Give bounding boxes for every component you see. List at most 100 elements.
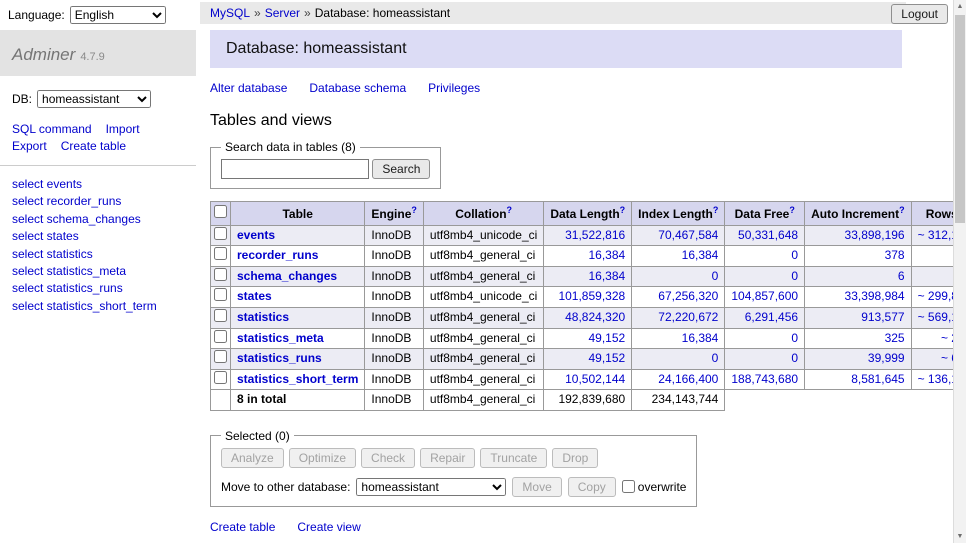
sidebar-action-link[interactable]: SQL command bbox=[12, 122, 92, 136]
bulk-action-button[interactable]: Check bbox=[361, 448, 415, 468]
select-all-checkbox[interactable] bbox=[214, 205, 227, 218]
auto-increment-link[interactable]: 39,999 bbox=[868, 351, 905, 365]
data-free-link[interactable]: 50,331,648 bbox=[738, 228, 798, 242]
data-free-link[interactable]: 0 bbox=[791, 248, 798, 262]
search-button[interactable]: Search bbox=[372, 159, 430, 179]
search-input[interactable] bbox=[221, 159, 369, 179]
language-select[interactable]: English bbox=[70, 6, 166, 24]
row-select-checkbox[interactable] bbox=[214, 371, 227, 384]
data-length-link[interactable]: 31,522,816 bbox=[565, 228, 625, 242]
sidebar-table-link[interactable]: select recorder_runs bbox=[12, 193, 184, 210]
index-length-link[interactable]: 0 bbox=[712, 269, 719, 283]
table-name-link[interactable]: events bbox=[237, 228, 275, 242]
row-select-checkbox[interactable] bbox=[214, 350, 227, 363]
column-help-link[interactable]: ? bbox=[899, 205, 905, 215]
copy-button[interactable]: Copy bbox=[568, 477, 616, 497]
row-select-checkbox[interactable] bbox=[214, 247, 227, 260]
column-help-link[interactable]: ? bbox=[507, 205, 513, 215]
data-length-link[interactable]: 48,824,320 bbox=[565, 310, 625, 324]
data-free-link[interactable]: 0 bbox=[791, 331, 798, 345]
data-free-link[interactable]: 0 bbox=[791, 269, 798, 283]
db-nav-link[interactable]: Alter database bbox=[210, 81, 287, 95]
row-select-checkbox[interactable] bbox=[214, 288, 227, 301]
column-help-link[interactable]: ? bbox=[789, 205, 795, 215]
sidebar-table-link[interactable]: select statistics_runs bbox=[12, 280, 184, 297]
data-free-link[interactable]: 0 bbox=[791, 351, 798, 365]
data-length-link[interactable]: 16,384 bbox=[588, 248, 625, 262]
auto-increment-link[interactable]: 325 bbox=[885, 331, 905, 345]
table-name-link[interactable]: statistics_meta bbox=[237, 331, 324, 345]
row-select-checkbox[interactable] bbox=[214, 330, 227, 343]
data-free-link[interactable]: 188,743,680 bbox=[731, 372, 798, 386]
sidebar-table-link[interactable]: select schema_changes bbox=[12, 211, 184, 228]
vertical-scrollbar[interactable]: ▲ ▼ bbox=[953, 0, 966, 543]
index-length-link[interactable]: 24,166,400 bbox=[658, 372, 718, 386]
overwrite-checkbox[interactable] bbox=[622, 480, 635, 493]
total-empty-cell bbox=[211, 390, 231, 411]
db-nav-link[interactable]: Privileges bbox=[428, 81, 480, 95]
index-length-link[interactable]: 67,256,320 bbox=[658, 289, 718, 303]
data-length-link[interactable]: 10,502,144 bbox=[565, 372, 625, 386]
column-help-link[interactable]: ? bbox=[713, 205, 719, 215]
bulk-action-button[interactable]: Truncate bbox=[480, 448, 547, 468]
index-length-link[interactable]: 72,220,672 bbox=[658, 310, 718, 324]
auto-increment-link[interactable]: 378 bbox=[885, 248, 905, 262]
index-length-link[interactable]: 0 bbox=[712, 351, 719, 365]
row-select-checkbox[interactable] bbox=[214, 268, 227, 281]
data-length-link[interactable]: 49,152 bbox=[588, 351, 625, 365]
column-help-link[interactable]: ? bbox=[411, 205, 417, 215]
logout-button[interactable]: Logout bbox=[891, 4, 948, 24]
db-nav-link[interactable]: Database schema bbox=[309, 81, 406, 95]
row-select-checkbox[interactable] bbox=[214, 227, 227, 240]
data-length-link[interactable]: 16,384 bbox=[588, 269, 625, 283]
scroll-down-icon[interactable]: ▼ bbox=[954, 530, 966, 543]
table-name-cell: statistics bbox=[231, 307, 365, 328]
breadcrumb-server-link[interactable]: Server bbox=[265, 6, 300, 20]
breadcrumb-current: Database: homeassistant bbox=[315, 6, 450, 20]
table-name-link[interactable]: statistics_short_term bbox=[237, 372, 358, 386]
table-name-link[interactable]: statistics bbox=[237, 310, 289, 324]
sidebar-table-link[interactable]: select states bbox=[12, 228, 184, 245]
bulk-action-button[interactable]: Drop bbox=[552, 448, 598, 468]
data-free-link[interactable]: 104,857,600 bbox=[731, 289, 798, 303]
create-link[interactable]: Create view bbox=[297, 520, 360, 534]
sidebar-table-link[interactable]: select events bbox=[12, 176, 184, 193]
sidebar-action-link[interactable]: Create table bbox=[61, 139, 126, 153]
move-button[interactable]: Move bbox=[512, 477, 561, 497]
data-length-link[interactable]: 49,152 bbox=[588, 331, 625, 345]
auto-increment-link[interactable]: 8,581,645 bbox=[851, 372, 904, 386]
scrollbar-thumb[interactable] bbox=[955, 15, 965, 223]
breadcrumb-mysql-link[interactable]: MySQL bbox=[210, 6, 250, 20]
sidebar-action-link[interactable]: Import bbox=[106, 122, 140, 136]
row-select-checkbox[interactable] bbox=[214, 309, 227, 322]
sidebar-table-link[interactable]: select statistics_meta bbox=[12, 263, 184, 280]
table-name-link[interactable]: states bbox=[237, 289, 272, 303]
bulk-action-button[interactable]: Optimize bbox=[289, 448, 356, 468]
index-length-link[interactable]: 70,467,584 bbox=[658, 228, 718, 242]
data-length-cell: 16,384 bbox=[544, 266, 632, 287]
auto-increment-link[interactable]: 33,898,196 bbox=[845, 228, 905, 242]
sidebar-table-link[interactable]: select statistics bbox=[12, 246, 184, 263]
auto-increment-link[interactable]: 913,577 bbox=[861, 310, 904, 324]
table-name-cell: statistics_runs bbox=[231, 349, 365, 370]
breadcrumb-separator: » bbox=[304, 6, 311, 20]
sidebar-action-link[interactable]: Export bbox=[12, 139, 47, 153]
db-select[interactable]: homeassistant bbox=[37, 90, 151, 108]
index-length-link[interactable]: 16,384 bbox=[682, 248, 719, 262]
bulk-action-button[interactable]: Analyze bbox=[221, 448, 284, 468]
sidebar-table-link[interactable]: select statistics_short_term bbox=[12, 298, 184, 315]
bulk-action-button[interactable]: Repair bbox=[420, 448, 475, 468]
data-free-link[interactable]: 6,291,456 bbox=[745, 310, 798, 324]
table-name-link[interactable]: schema_changes bbox=[237, 269, 337, 283]
auto-increment-link[interactable]: 6 bbox=[898, 269, 905, 283]
create-link[interactable]: Create table bbox=[210, 520, 275, 534]
index-length-link[interactable]: 16,384 bbox=[682, 331, 719, 345]
scroll-up-icon[interactable]: ▲ bbox=[954, 0, 966, 13]
table-name-link[interactable]: recorder_runs bbox=[237, 248, 318, 262]
data-length-link[interactable]: 101,859,328 bbox=[558, 289, 625, 303]
move-db-select[interactable]: homeassistant bbox=[356, 478, 506, 496]
column-help-link[interactable]: ? bbox=[620, 205, 626, 215]
auto-increment-link[interactable]: 33,398,984 bbox=[845, 289, 905, 303]
row-checkbox-cell bbox=[211, 349, 231, 370]
table-name-link[interactable]: statistics_runs bbox=[237, 351, 322, 365]
